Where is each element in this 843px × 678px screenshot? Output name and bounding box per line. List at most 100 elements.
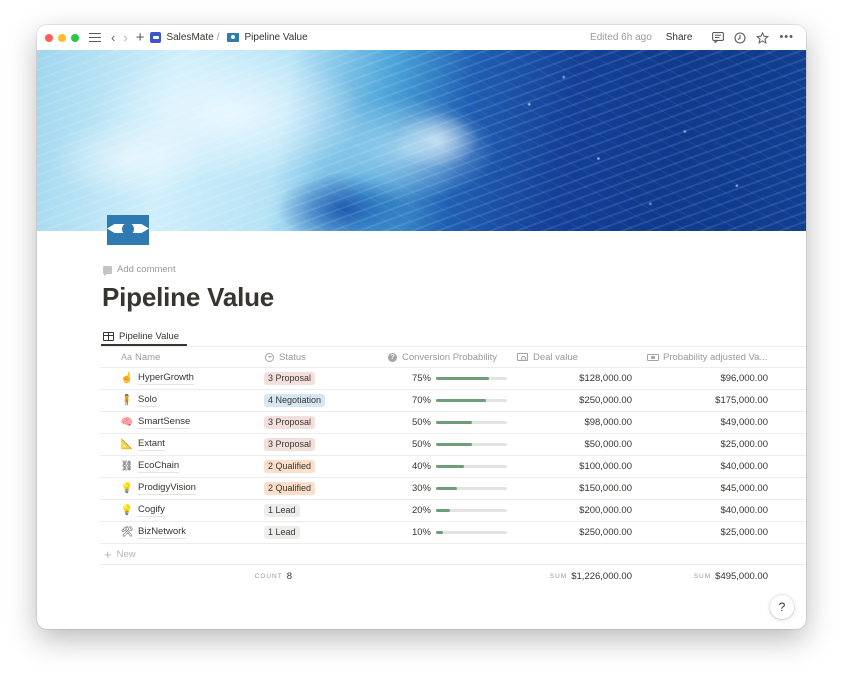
table-row[interactable]: 🛠 BizNetwork 1 Lead 10% $250,000.00 $25,000.0…: [100, 522, 806, 544]
row-name[interactable]: Cogify: [138, 504, 165, 517]
cell-name[interactable]: 💡 Cogify: [100, 504, 260, 517]
cell-deal-value[interactable]: $50,000.00: [509, 439, 639, 450]
deal-value: $150,000.00: [579, 483, 632, 494]
edited-timestamp: Edited 6h ago: [590, 32, 652, 43]
row-name[interactable]: BizNetwork: [138, 526, 187, 539]
cell-status[interactable]: 2 Qualified: [260, 482, 384, 495]
table-row[interactable]: 🧍 Solo 4 Negotiation 70% $250,000.00 $175,000…: [100, 390, 806, 412]
table-row[interactable]: 🧠 SmartSense 3 Proposal 50% $98,000.00 $49,00…: [100, 412, 806, 434]
count-value: 8: [286, 570, 292, 582]
comments-icon[interactable]: [712, 32, 725, 43]
cell-adjusted-value[interactable]: $25,000.00: [639, 439, 771, 450]
add-comment-label: Add comment: [117, 264, 176, 275]
deal-value: $100,000.00: [579, 461, 632, 472]
favorite-star-icon[interactable]: [756, 31, 770, 44]
row-name[interactable]: EcoChain: [138, 460, 180, 473]
help-button[interactable]: ?: [770, 595, 794, 619]
cell-deal-value[interactable]: $100,000.00: [509, 461, 639, 472]
cell-adjusted-value[interactable]: $40,000.00: [639, 461, 771, 472]
column-header-probability-adjusted-value[interactable]: Probability adjusted Va...: [639, 352, 771, 363]
menu-icon[interactable]: [89, 33, 101, 42]
cell-adjusted-value[interactable]: $175,000.00: [639, 395, 771, 406]
cell-conversion-probability[interactable]: 30%: [384, 483, 509, 494]
row-name[interactable]: Solo: [138, 394, 158, 407]
column-label: Conversion Probability: [402, 351, 498, 363]
cell-adjusted-value[interactable]: $45,000.00: [639, 483, 771, 494]
cell-status[interactable]: 4 Negotiation: [260, 394, 384, 407]
adjusted-value-sum[interactable]: SUM $495,000.00: [639, 571, 771, 582]
deal-value-sum[interactable]: SUM $1,226,000.00: [509, 571, 639, 582]
column-header-deal-value[interactable]: Deal value: [509, 352, 639, 363]
cell-name[interactable]: ⛓ EcoChain: [100, 460, 260, 473]
cell-status[interactable]: 3 Proposal: [260, 372, 384, 385]
minimize-window-button[interactable]: [58, 33, 66, 42]
count-calculation[interactable]: COUNT 8: [100, 571, 384, 582]
cell-deal-value[interactable]: $250,000.00: [509, 527, 639, 538]
column-label: Deal value: [533, 351, 578, 363]
cell-deal-value[interactable]: $150,000.00: [509, 483, 639, 494]
table-header: Aa Name Status ? Conversion Probability …: [100, 346, 806, 368]
cell-deal-value[interactable]: $250,000.00: [509, 395, 639, 406]
cover-image[interactable]: [37, 50, 806, 231]
cell-name[interactable]: 📐 Extant: [100, 438, 260, 451]
more-icon[interactable]: •••: [779, 32, 794, 43]
row-name[interactable]: HyperGrowth: [138, 372, 194, 385]
cell-conversion-probability[interactable]: 20%: [384, 505, 509, 516]
cell-adjusted-value[interactable]: $40,000.00: [639, 505, 771, 516]
column-header-conversion-probability[interactable]: ? Conversion Probability: [384, 352, 509, 363]
page-title[interactable]: Pipeline Value: [102, 282, 274, 313]
cell-status[interactable]: 3 Proposal: [260, 416, 384, 429]
table-row[interactable]: ⛓ EcoChain 2 Qualified 40% $100,000.00 $40,00…: [100, 456, 806, 478]
cell-conversion-probability[interactable]: 75%: [384, 373, 509, 384]
tab-pipeline-value[interactable]: Pipeline Value: [103, 326, 187, 346]
forward-icon[interactable]: ›: [123, 31, 127, 44]
column-header-status[interactable]: Status: [260, 352, 384, 363]
row-name[interactable]: Extant: [138, 438, 165, 451]
new-row-button[interactable]: + New: [100, 544, 806, 565]
cell-name[interactable]: 🧍 Solo: [100, 394, 260, 407]
share-button[interactable]: Share: [666, 32, 693, 43]
cell-conversion-probability[interactable]: 70%: [384, 395, 509, 406]
close-window-button[interactable]: [45, 33, 53, 42]
history-icon[interactable]: [734, 31, 746, 44]
money-bill-icon[interactable]: [107, 215, 149, 245]
cell-conversion-probability[interactable]: 50%: [384, 417, 509, 428]
cell-adjusted-value[interactable]: $25,000.00: [639, 527, 771, 538]
back-icon[interactable]: ‹: [111, 31, 115, 44]
cell-status[interactable]: 1 Lead: [260, 504, 384, 517]
add-comment-button[interactable]: Add comment: [103, 264, 176, 276]
breadcrumb-workspace[interactable]: SalesMate: [166, 32, 213, 43]
cell-conversion-probability[interactable]: 10%: [384, 527, 509, 538]
progress-bar-fill: [436, 531, 444, 534]
select-property-icon: [265, 352, 274, 362]
table-row[interactable]: 💡 Cogify 1 Lead 20% $200,000.00 $40,000.00: [100, 500, 806, 522]
cell-adjusted-value[interactable]: $96,000.00: [639, 373, 771, 384]
calculation-row: COUNT 8 SUM $1,226,000.00 SUM $495,000.0…: [100, 565, 806, 587]
table-row[interactable]: 📐 Extant 3 Proposal 50% $50,000.00 $25,000.00: [100, 434, 806, 456]
cell-name[interactable]: 🛠 BizNetwork: [100, 526, 260, 539]
row-name[interactable]: ProdigyVision: [138, 482, 196, 495]
column-header-name[interactable]: Aa Name: [100, 352, 260, 363]
cell-name[interactable]: 💡 ProdigyVision: [100, 482, 260, 495]
progress-bar-fill: [436, 443, 472, 446]
cell-deal-value[interactable]: $128,000.00: [509, 373, 639, 384]
cell-deal-value[interactable]: $98,000.00: [509, 417, 639, 428]
cell-status[interactable]: 2 Qualified: [260, 460, 384, 473]
cell-status[interactable]: 3 Proposal: [260, 438, 384, 451]
cell-adjusted-value[interactable]: $49,000.00: [639, 417, 771, 428]
cell-name[interactable]: ☝️ HyperGrowth: [100, 372, 260, 385]
table-row[interactable]: ☝️ HyperGrowth 3 Proposal 75% $128,000.00 $96…: [100, 368, 806, 390]
conversion-percent: 75%: [411, 373, 431, 384]
row-name[interactable]: SmartSense: [138, 416, 191, 429]
cell-deal-value[interactable]: $200,000.00: [509, 505, 639, 516]
cell-name[interactable]: 🧠 SmartSense: [100, 416, 260, 429]
breadcrumb-page[interactable]: Pipeline Value: [244, 32, 307, 43]
comment-icon: [103, 265, 112, 276]
new-page-plus-icon[interactable]: +: [136, 30, 145, 45]
maximize-window-button[interactable]: [71, 33, 79, 42]
conversion-percent: 10%: [411, 527, 431, 538]
cell-status[interactable]: 1 Lead: [260, 526, 384, 539]
cell-conversion-probability[interactable]: 40%: [384, 461, 509, 472]
table-row[interactable]: 💡 ProdigyVision 2 Qualified 30% $150,000.00 $…: [100, 478, 806, 500]
cell-conversion-probability[interactable]: 50%: [384, 439, 509, 450]
